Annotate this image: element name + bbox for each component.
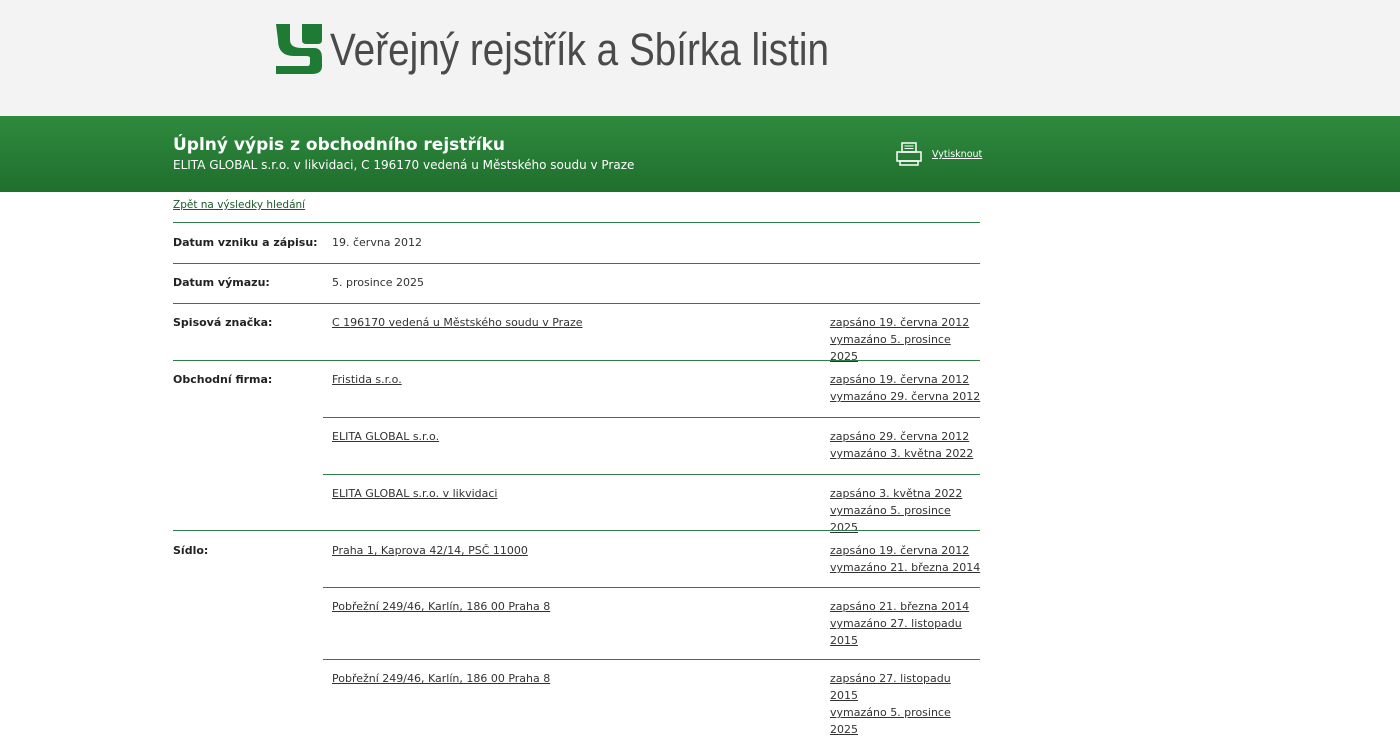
logo-s-icon	[276, 24, 322, 74]
dates-spisova-znacka: zapsáno 19. června 2012 vymazáno 5. pros…	[830, 314, 982, 365]
dates-obchodni-firma: zapsáno 19. června 2012 vymazáno 29. čer…	[830, 371, 982, 405]
zapsano-date[interactable]: zapsáno 29. června 2012	[830, 430, 969, 443]
back-to-results-link[interactable]: Zpět na výsledky hledání	[173, 199, 305, 211]
printer-icon[interactable]	[896, 142, 922, 166]
label-datum-vymazu: Datum výmazu:	[173, 276, 270, 289]
value-obchodni-firma[interactable]: Fristida s.r.o.	[332, 373, 402, 386]
vymazano-date[interactable]: vymazáno 29. června 2012	[830, 390, 980, 403]
divider	[173, 222, 980, 223]
zapsano-date[interactable]: zapsáno 3. května 2022	[830, 487, 962, 500]
value-obchodni-firma[interactable]: ELITA GLOBAL s.r.o. v likvidaci	[332, 487, 497, 500]
zapsano-date[interactable]: zapsáno 19. června 2012	[830, 544, 969, 557]
divider	[173, 303, 980, 304]
value-obchodni-firma[interactable]: ELITA GLOBAL s.r.o.	[332, 430, 439, 443]
vymazano-date[interactable]: vymazáno 5. prosince 2025	[830, 333, 951, 363]
divider	[323, 587, 980, 588]
divider	[323, 474, 980, 475]
zapsano-date[interactable]: zapsáno 19. června 2012	[830, 373, 969, 386]
value-spisova-znacka[interactable]: C 196170 vedená u Městského soudu v Praz…	[332, 316, 582, 329]
dates-sidlo: zapsáno 27. listopadu 2015 vymazáno 5. p…	[830, 670, 982, 738]
label-spisova-znacka: Spisová značka:	[173, 316, 273, 329]
dates-obchodni-firma: zapsáno 3. května 2022 vymazáno 5. prosi…	[830, 485, 982, 536]
value-sidlo[interactable]: Praha 1, Kaprova 42/14, PSČ 11000	[332, 544, 528, 557]
value-sidlo[interactable]: Pobřežní 249/46, Karlín, 186 00 Praha 8	[332, 672, 550, 685]
label-datum-vzniku: Datum vzniku a zápisu:	[173, 236, 318, 249]
site-header: Veřejný rejstřík a Sbírka listin	[0, 0, 1400, 116]
dates-sidlo: zapsáno 21. března 2014 vymazáno 27. lis…	[830, 598, 970, 649]
dates-obchodni-firma: zapsáno 29. června 2012 vymazáno 3. květ…	[830, 428, 982, 462]
divider	[173, 263, 980, 264]
site-logo-text[interactable]: Veřejný rejstřík a Sbírka listin	[330, 22, 829, 78]
dates-sidlo: zapsáno 19. června 2012 vymazáno 21. bře…	[830, 542, 982, 576]
zapsano-date[interactable]: zapsáno 21. března 2014	[830, 600, 969, 613]
vymazano-date[interactable]: vymazáno 21. března 2014	[830, 561, 980, 574]
page-title: Úplný výpis z obchodního rejstříku	[173, 135, 506, 155]
label-sidlo: Sídlo:	[173, 544, 209, 557]
vymazano-date[interactable]: vymazáno 5. prosince 2025	[830, 706, 951, 736]
label-obchodni-firma: Obchodní firma:	[173, 373, 273, 386]
zapsano-date[interactable]: zapsáno 27. listopadu 2015	[830, 672, 951, 702]
title-bar: Úplný výpis z obchodního rejstříku ELITA…	[0, 116, 1400, 192]
value-datum-vymazu: 5. prosince 2025	[332, 276, 425, 289]
divider	[323, 659, 980, 660]
print-link[interactable]: Vytisknout	[932, 149, 982, 160]
value-datum-vzniku: 19. června 2012	[332, 236, 423, 249]
divider	[173, 530, 980, 531]
divider	[173, 360, 980, 361]
page-subtitle: ELITA GLOBAL s.r.o. v likvidaci, C 19617…	[173, 158, 635, 172]
divider	[323, 417, 980, 418]
zapsano-date[interactable]: zapsáno 19. června 2012	[830, 316, 969, 329]
vymazano-date[interactable]: vymazáno 27. listopadu 2015	[830, 617, 962, 647]
vymazano-date[interactable]: vymazáno 3. května 2022	[830, 447, 973, 460]
value-sidlo[interactable]: Pobřežní 249/46, Karlín, 186 00 Praha 8	[332, 600, 550, 613]
